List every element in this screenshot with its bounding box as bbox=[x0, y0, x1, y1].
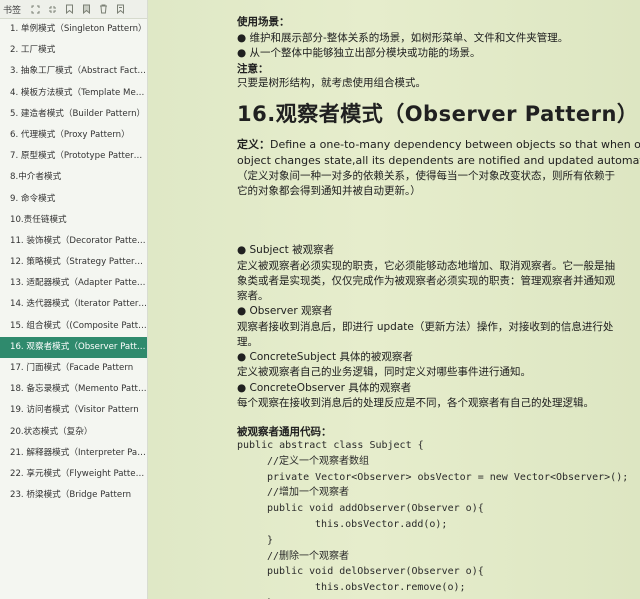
role-text: 定义被观察者自己的业务逻辑，同时定义对哪些事件进行通知。 bbox=[237, 366, 531, 378]
bookmark-item[interactable]: 11. 装饰模式（Decorator Pattern） bbox=[0, 231, 147, 252]
bookmark-list: 1. 单例模式（Singleton Pattern） 2. 工厂模式 3. 抽象工厂… bbox=[0, 19, 147, 506]
bookmark-settings-icon[interactable] bbox=[114, 3, 127, 16]
bookmark-item[interactable]: 18. 备忘录模式（Memento Pattern） bbox=[0, 379, 147, 400]
bookmark-icon[interactable] bbox=[80, 3, 93, 16]
role-text: 察者。 bbox=[237, 290, 269, 302]
bookmark-item[interactable]: 17. 门面模式（Facade Pattern bbox=[0, 358, 147, 379]
usage-item: ● 从一个整体中能够独立出部分模块或功能的场景。 bbox=[237, 47, 481, 59]
usage-item: ● 维护和展示部分-整体关系的场景，如树形菜单、文件和文件夹管理。 bbox=[237, 32, 569, 44]
bookmark-item[interactable]: 8.中介者模式 bbox=[0, 167, 147, 188]
role-text: 理。 bbox=[237, 336, 258, 348]
bookmark-tab-label[interactable]: 书签 bbox=[3, 3, 21, 16]
definition-label: 定义： bbox=[237, 138, 270, 151]
bookmark-item[interactable]: 16. 观察者模式（Observer Pattern） bbox=[0, 336, 147, 358]
collapse-icon[interactable] bbox=[46, 3, 59, 16]
bookmark-item[interactable]: 23. 桥梁模式（Bridge Pattern bbox=[0, 485, 147, 506]
role-text: 定义被观察者必须实现的职责，它必须能够动态地增加、取消观察者。它一般是抽 bbox=[237, 260, 615, 272]
note-title: 注意： bbox=[237, 63, 269, 75]
bookmark-item[interactable]: 2. 工厂模式 bbox=[0, 40, 147, 61]
document-page: 使用场景： ● 维护和展示部分-整体关系的场景，如树形菜单、文件和文件夹管理。 … bbox=[148, 0, 640, 599]
bookmark-item[interactable]: 22. 享元模式（Flyweight Pattern） bbox=[0, 464, 147, 485]
code-line: public void delObserver(Observer o){ bbox=[267, 566, 484, 578]
usage-title: 使用场景： bbox=[237, 16, 290, 28]
definition-text: Define a one-to-many dependency between … bbox=[270, 138, 640, 151]
role-title: ● Observer 观察者 bbox=[237, 305, 333, 317]
role-title: ● ConcreteSubject 具体的被观察者 bbox=[237, 351, 413, 363]
bookmark-item[interactable]: 14. 迭代器模式（Iterator Pattern） bbox=[0, 294, 147, 315]
role-text: 每个观察在接收到消息后的处理反应是不同，各个观察者有自己的处理逻辑。 bbox=[237, 397, 594, 409]
role-title: ● Subject 被观察者 bbox=[237, 244, 335, 256]
bookmark-item[interactable]: 7. 原型模式（Prototype Pattern） bbox=[0, 146, 147, 167]
role-title: ● ConcreteObserver 具体的观察者 bbox=[237, 382, 412, 394]
code-line: public abstract class Subject { bbox=[237, 440, 424, 451]
delete-icon[interactable] bbox=[97, 3, 110, 16]
code-line: //删除一个观察者 bbox=[267, 550, 350, 562]
document-text: 使用场景： ● 维护和展示部分-整体关系的场景，如树形菜单、文件和文件夹管理。 … bbox=[237, 0, 640, 599]
code-title: 被观察者通用代码： bbox=[237, 426, 332, 438]
bookmark-item[interactable]: 4. 模板方法模式（Template Method） bbox=[0, 83, 147, 104]
definition-text: object changes state,all its dependents … bbox=[237, 154, 640, 167]
definition-cn: （定义对象间一种一对多的依赖关系，使得每当一个对象改变状态，则所有依赖于 bbox=[237, 170, 615, 182]
bookmark-item[interactable]: 19. 访问者模式（Visitor Pattern bbox=[0, 400, 147, 421]
bookmark-item[interactable]: 3. 抽象工厂模式（Abstract Factory） bbox=[0, 61, 147, 82]
note-text: 只要是树形结构，就考虑使用组合模式。 bbox=[237, 77, 426, 89]
code-block: public abstract class Subject { //定义一个观察者… bbox=[237, 439, 640, 599]
section-heading: 16.观察者模式（Observer Pattern） bbox=[237, 102, 639, 126]
role-text: 观察者接收到消息后，即进行 update（更新方法）操作，对接收到的信息进行处 bbox=[237, 321, 614, 333]
sidebar-toolbar: 书签 bbox=[0, 0, 147, 19]
bookmark-item[interactable]: 13. 适配器模式（Adapter Pattern） bbox=[0, 273, 147, 294]
bookmark-item[interactable]: 12. 策略模式（Strategy Pattern） bbox=[0, 252, 147, 273]
bookmark-sidebar: 书签 1. 单例模式（Singleton Pattern） 2. 工厂模式 3. 抽… bbox=[0, 0, 148, 599]
bookmark-item[interactable]: 21. 解释器模式（Interpreter Pattern） bbox=[0, 443, 147, 464]
bookmark-item[interactable]: 15. 组合模式（(Composite Pattern） bbox=[0, 316, 147, 337]
code-line: } bbox=[267, 534, 274, 546]
bookmark-item[interactable]: 9. 命令模式 bbox=[0, 189, 147, 210]
definition-cn: 它的对象都会得到通知并被自动更新。） bbox=[237, 185, 421, 197]
expand-icon[interactable] bbox=[29, 3, 42, 16]
code-line: private Vector<Observer> obsVector = new… bbox=[267, 471, 629, 483]
code-line: public void addObserver(Observer o){ bbox=[267, 503, 484, 515]
role-text: 象类或者是实现类，仅仅完成作为被观察者必须实现的职责：管理观察者并通知观 bbox=[237, 275, 615, 287]
code-line: this.obsVector.remove(o); bbox=[315, 582, 466, 594]
definition-line: 定义：Define a one-to-many dependency betwe… bbox=[237, 138, 640, 152]
add-bookmark-icon[interactable] bbox=[63, 3, 76, 16]
code-line: this.obsVector.add(o); bbox=[315, 519, 448, 530]
bookmark-item[interactable]: 5. 建造者模式（Builder Pattern） bbox=[0, 104, 147, 125]
bookmark-item[interactable]: 1. 单例模式（Singleton Pattern） bbox=[0, 19, 147, 40]
code-line: //增加一个观察者 bbox=[267, 487, 350, 499]
bookmark-item[interactable]: 10.责任链模式 bbox=[0, 210, 147, 231]
code-line: //定义一个观察者数组 bbox=[267, 455, 370, 467]
bookmark-item[interactable]: 20.状态模式（复杂） bbox=[0, 422, 147, 443]
bookmark-item[interactable]: 6. 代理模式（Proxy Pattern） bbox=[0, 125, 147, 146]
